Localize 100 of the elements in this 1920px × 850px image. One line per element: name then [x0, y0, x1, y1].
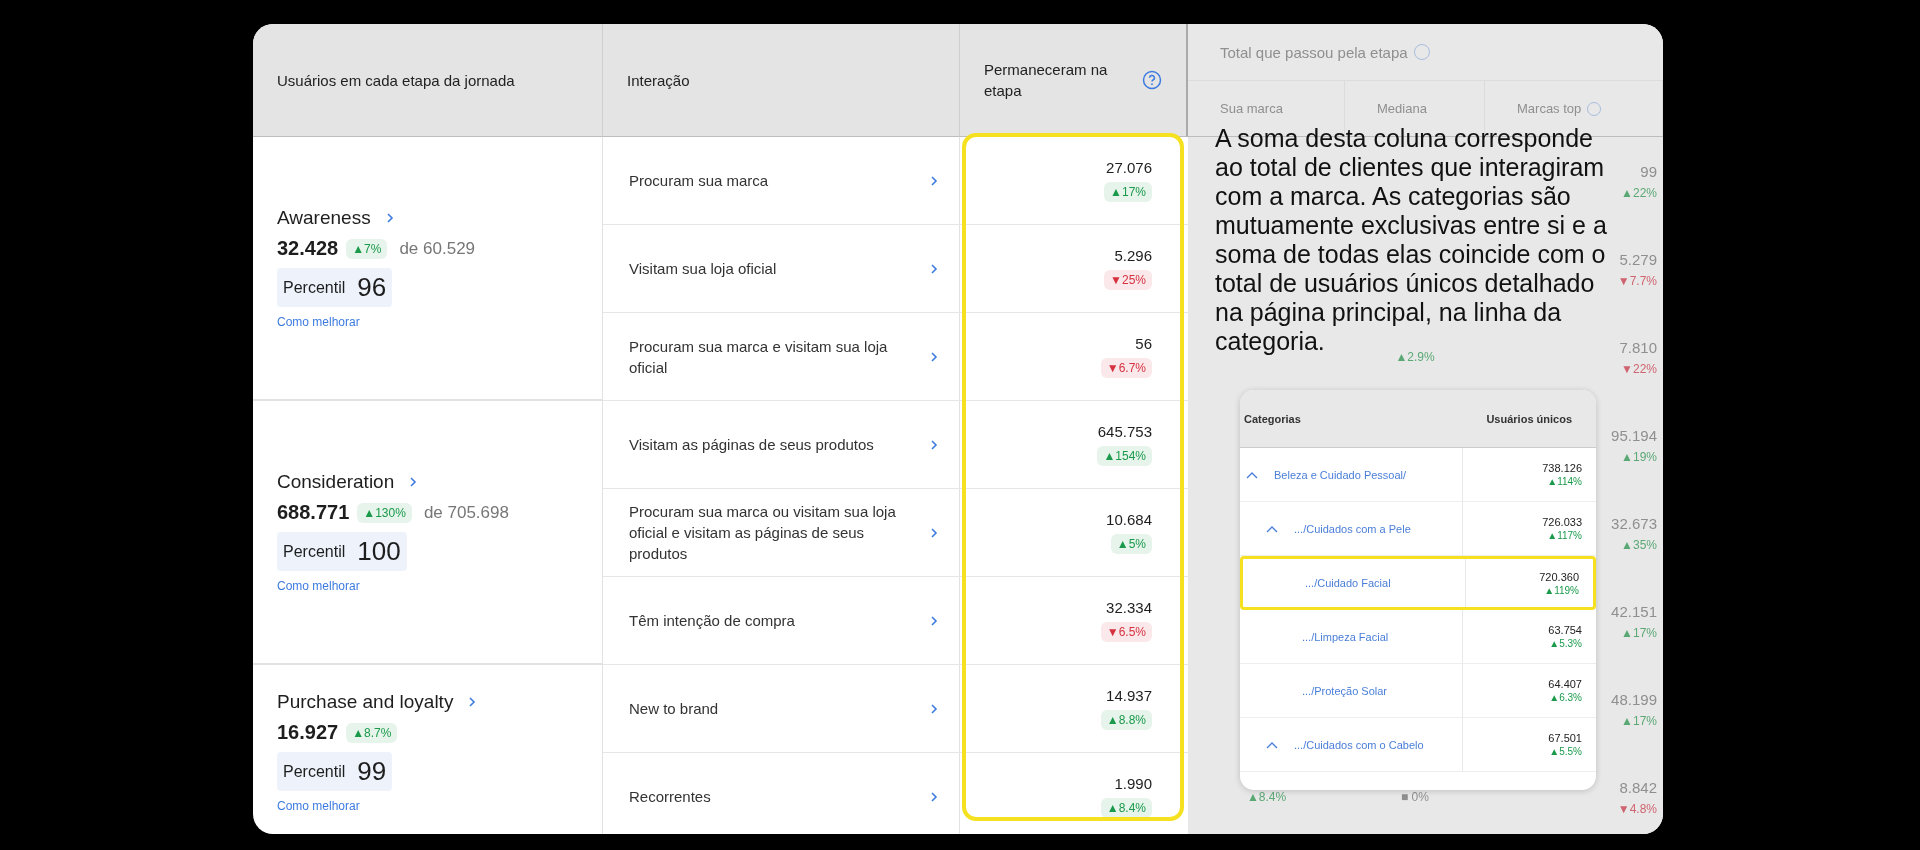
interaction-label: Têm intenção de compra [629, 611, 795, 631]
total-value: 42.151 [1611, 602, 1657, 620]
delta-label: ▼7.7% [1617, 273, 1657, 288]
stage-total: de 705.698 [423, 502, 509, 523]
category-row[interactable]: .../Cuidado Facial 720.360 ▲119% [1240, 556, 1596, 610]
chevron-right-icon[interactable] [384, 211, 395, 225]
stage-title: Awareness [277, 207, 371, 229]
delta-label: ▲6.3% [1549, 692, 1582, 703]
interaction-row[interactable]: Procuram sua marca [603, 137, 960, 225]
category-row[interactable]: .../Cuidados com a Pele 726.033 ▲117% [1240, 502, 1596, 556]
remained-value: 645.753 [1097, 423, 1152, 440]
percentile-value: 100 [357, 536, 401, 567]
delta-badge: ▲8.4% [1100, 798, 1152, 818]
delta-label: ▲114% [1547, 476, 1582, 487]
stage-value: 16.927 [277, 721, 339, 744]
column-header: Usuários em cada etapa da jornada [253, 24, 603, 137]
delta-label: ▲17% [1621, 625, 1657, 640]
remained-value: 5.296 [1114, 247, 1152, 264]
category-row[interactable]: .../Proteção Solar 64.407 ▲6.3% [1240, 664, 1596, 718]
column-header: Interação [603, 24, 960, 137]
column-header: Usuários únicos [1486, 412, 1572, 425]
interaction-row[interactable]: Recorrentes [603, 753, 960, 834]
interaction-label: Procuram sua marca [629, 171, 769, 191]
delta-label: ■ 0% [1401, 790, 1429, 804]
category-row[interactable]: Beleza e Cuidado Pessoal/ 738.126 ▲114% [1240, 448, 1596, 502]
users-value: 67.501 [1548, 732, 1582, 744]
chevron-right-icon[interactable] [467, 695, 478, 709]
stage-total: de 60.529 [399, 238, 476, 259]
caret-icon[interactable] [1246, 470, 1258, 479]
delta-badge: ▼6.7% [1100, 358, 1152, 378]
improve-link[interactable]: Como melhorar [277, 579, 578, 593]
column-title: Total que passou pela etapa [1220, 43, 1408, 61]
percentile-label: Percentil [283, 278, 346, 297]
total-value: 5.279 [1619, 250, 1657, 268]
chevron-right-icon [929, 701, 939, 716]
category-name: .../Cuidados com o Cabelo [1294, 738, 1424, 751]
interaction-row[interactable]: Visitam sua loja oficial [603, 225, 960, 313]
delta-badge: ▲7% [346, 238, 388, 259]
delta-label: ▲119% [1544, 584, 1579, 596]
subcolumn-title: Mediana [1377, 101, 1427, 116]
delta-label: ▼4.8% [1617, 801, 1657, 816]
chevron-right-icon[interactable] [408, 475, 419, 489]
chevron-right-icon [929, 173, 939, 188]
users-value: 63.754 [1548, 624, 1582, 636]
delta-label: ▲35% [1621, 537, 1657, 552]
interaction-row[interactable]: Têm intenção de compra [603, 577, 960, 665]
remained-value: 27.076 [1106, 159, 1152, 176]
delta-label: ▲117% [1547, 530, 1582, 541]
remained-value: 32.334 [1106, 599, 1152, 616]
delta-badge: ▼25% [1104, 270, 1152, 290]
delta-label: ▼22% [1621, 361, 1657, 376]
users-value: 726.033 [1542, 516, 1582, 528]
interaction-label: Visitam as páginas de seus produtos [629, 435, 874, 455]
stage-value: 32.428 [277, 237, 339, 260]
remained-value: 56 [1135, 335, 1152, 352]
chevron-right-icon [929, 789, 939, 804]
interaction-row[interactable]: Visitam as páginas de seus produtos [603, 401, 960, 489]
delta-label: ▲17% [1621, 713, 1657, 728]
category-name: .../Proteção Solar [1302, 684, 1387, 697]
category-row[interactable]: .../Limpeza Facial 63.754 ▲5.3% [1240, 610, 1596, 664]
column-title: Permaneceram na etapa [984, 60, 1109, 101]
total-value: 48.199 [1611, 690, 1657, 708]
subcolumn-title: Marcas top [1517, 101, 1582, 116]
caret-icon[interactable] [1266, 524, 1278, 533]
delta-label: ▲19% [1621, 449, 1657, 464]
remained-value: 14.937 [1106, 687, 1152, 704]
subcolumn-title: Sua marca [1220, 101, 1283, 116]
interaction-label: Visitam sua loja oficial [629, 259, 777, 279]
interaction-row[interactable]: Procuram sua marca ou visitam sua loja oficial e visitam as páginas de seus produtos [603, 489, 960, 577]
category-row[interactable]: .../Cuidados com o Cabelo 67.501 ▲5.5% [1240, 718, 1596, 772]
users-value: 738.126 [1542, 462, 1582, 474]
total-value: 95.194 [1611, 426, 1657, 444]
remained-value: 10.684 [1106, 511, 1152, 528]
delta-label: ▲5.5% [1549, 746, 1582, 757]
delta-badge: ▲8.7% [346, 722, 398, 743]
improve-link[interactable]: Como melhorar [277, 315, 578, 329]
delta-badge: ▲130% [357, 502, 412, 523]
users-value: 720.360 [1539, 570, 1579, 583]
stage-value: 688.771 [277, 501, 350, 524]
interaction-row[interactable]: New to brand [603, 665, 960, 753]
percentile-value: 96 [357, 272, 387, 303]
interaction-label: New to brand [629, 699, 719, 719]
percentile-value: 99 [357, 756, 387, 787]
chevron-right-icon [929, 349, 939, 364]
category-name: .../Cuidado Facial [1305, 577, 1391, 589]
improve-link[interactable]: Como melhorar [277, 799, 578, 813]
chevron-right-icon [929, 437, 939, 452]
delta-badge: ▲17% [1104, 182, 1152, 202]
caret-icon[interactable] [1266, 740, 1278, 749]
total-value: 32.673 [1611, 514, 1657, 532]
remained-value: 1.990 [1114, 775, 1152, 792]
delta-label: ▲8.4% [1246, 790, 1287, 804]
delta-badge: ▼6.5% [1100, 622, 1152, 642]
delta-badge: ▲154% [1097, 446, 1152, 466]
stage-title: Consideration [277, 471, 395, 493]
chevron-right-icon [929, 613, 939, 628]
interaction-row[interactable]: Procuram sua marca e visitam sua loja oficial [603, 313, 960, 401]
delta-label: ▲5.3% [1549, 638, 1582, 649]
delta-badge: ▲5% [1110, 534, 1152, 554]
stage-title: Purchase and loyalty [277, 691, 454, 713]
